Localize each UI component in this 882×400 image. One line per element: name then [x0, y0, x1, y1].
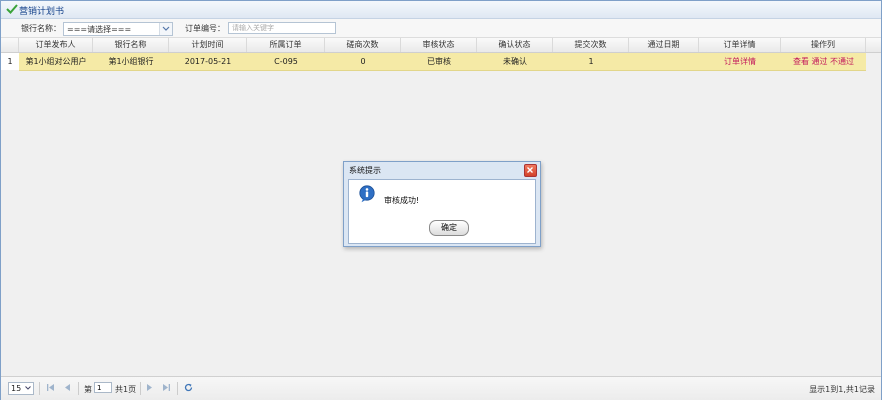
row-number: 1: [1, 53, 20, 70]
cell-publisher: 第1小组对公用户: [25, 57, 87, 66]
page-total: 共1页: [115, 385, 137, 394]
page-size-value: 15: [11, 384, 22, 393]
dialog-message: 审核成功!: [384, 196, 420, 205]
first-page-icon[interactable]: [46, 383, 55, 392]
info-icon: [359, 185, 375, 203]
filter-bar: 银行名称： ===请选择=== 订单编号：: [1, 19, 881, 38]
last-page-icon[interactable]: [162, 383, 171, 392]
cell-confirm-status: 未确认: [503, 57, 527, 66]
prev-page-icon[interactable]: [63, 383, 72, 392]
header-negotiations[interactable]: 磋商次数: [325, 38, 401, 52]
view-link[interactable]: 查看: [793, 57, 809, 66]
bank-label: 银行名称：: [21, 24, 61, 33]
chevron-down-icon[interactable]: [159, 23, 172, 35]
order-detail-link[interactable]: 订单详情: [724, 57, 756, 66]
cell-audit-status: 已审核: [427, 57, 451, 66]
header-audit-status[interactable]: 审核状态: [401, 38, 477, 52]
cell-plan-time: 2017-05-21: [184, 57, 232, 66]
page-size-select[interactable]: 15: [8, 382, 34, 395]
dialog-title: 系统提示: [349, 166, 381, 175]
chevron-down-icon: [25, 386, 31, 390]
cell-negotiations: 0: [360, 57, 366, 66]
ok-button[interactable]: 确定: [429, 220, 469, 236]
system-prompt-dialog: 系统提示 审核成功! 确定: [343, 161, 541, 247]
pass-link[interactable]: 通过: [812, 57, 828, 66]
window-title: 营销计划书: [19, 7, 65, 17]
dialog-body: 审核成功! 确定: [348, 179, 536, 244]
page-prefix: 第: [84, 385, 92, 394]
pager-separator: [140, 382, 141, 395]
table-header: 订单发布人 银行名称 计划时间 所属订单 磋商次数 审核状态 确认状态 提交次数…: [1, 38, 881, 53]
header-rownum: [1, 38, 19, 52]
main-window: 营销计划书 银行名称： ===请选择=== 订单编号： 订单发布人 银行名称 计…: [0, 0, 882, 400]
reject-link[interactable]: 不通过: [830, 57, 854, 66]
cell-order: C-095: [274, 57, 298, 66]
dialog-header[interactable]: 系统提示: [344, 162, 540, 178]
pager-separator: [78, 382, 79, 395]
header-plan-time[interactable]: 计划时间: [169, 38, 247, 52]
bank-select[interactable]: ===请选择===: [63, 22, 173, 36]
header-bank[interactable]: 银行名称: [93, 38, 169, 52]
header-confirm-status[interactable]: 确认状态: [477, 38, 553, 52]
table-row[interactable]: 第1小组对公用户 第1小组银行 2017-05-21 C-095 0 已审核 未…: [19, 53, 866, 71]
header-detail[interactable]: 订单详情: [699, 38, 781, 52]
cell-detail: 订单详情: [699, 53, 781, 70]
order-search-input[interactable]: [228, 22, 336, 34]
cell-actions: 查看 通过 不通过: [781, 53, 866, 70]
cell-submissions: 1: [588, 57, 594, 66]
cell-pass-date: [629, 53, 699, 70]
window-titlebar: 营销计划书: [1, 1, 881, 19]
header-submissions[interactable]: 提交次数: [553, 38, 629, 52]
bank-select-value: ===请选择===: [67, 25, 132, 34]
pager-separator: [177, 382, 178, 395]
next-page-icon[interactable]: [145, 383, 154, 392]
checkmark-icon: [6, 4, 18, 14]
refresh-icon[interactable]: [184, 383, 193, 392]
pager-separator: [39, 382, 40, 395]
page-number-input[interactable]: [94, 382, 112, 393]
cell-bank: 第1小组银行: [108, 57, 154, 66]
header-pass-date[interactable]: 通过日期: [629, 38, 699, 52]
record-summary: 显示1到1,共1记录: [809, 385, 875, 394]
header-publisher[interactable]: 订单发布人: [19, 38, 93, 52]
header-actions[interactable]: 操作列: [781, 38, 866, 52]
order-label: 订单编号：: [185, 24, 225, 33]
close-icon[interactable]: [524, 164, 537, 177]
pagination-bar: 15 第 共1页 显示1到1,共1记录: [1, 376, 881, 400]
header-order[interactable]: 所属订单: [247, 38, 325, 52]
